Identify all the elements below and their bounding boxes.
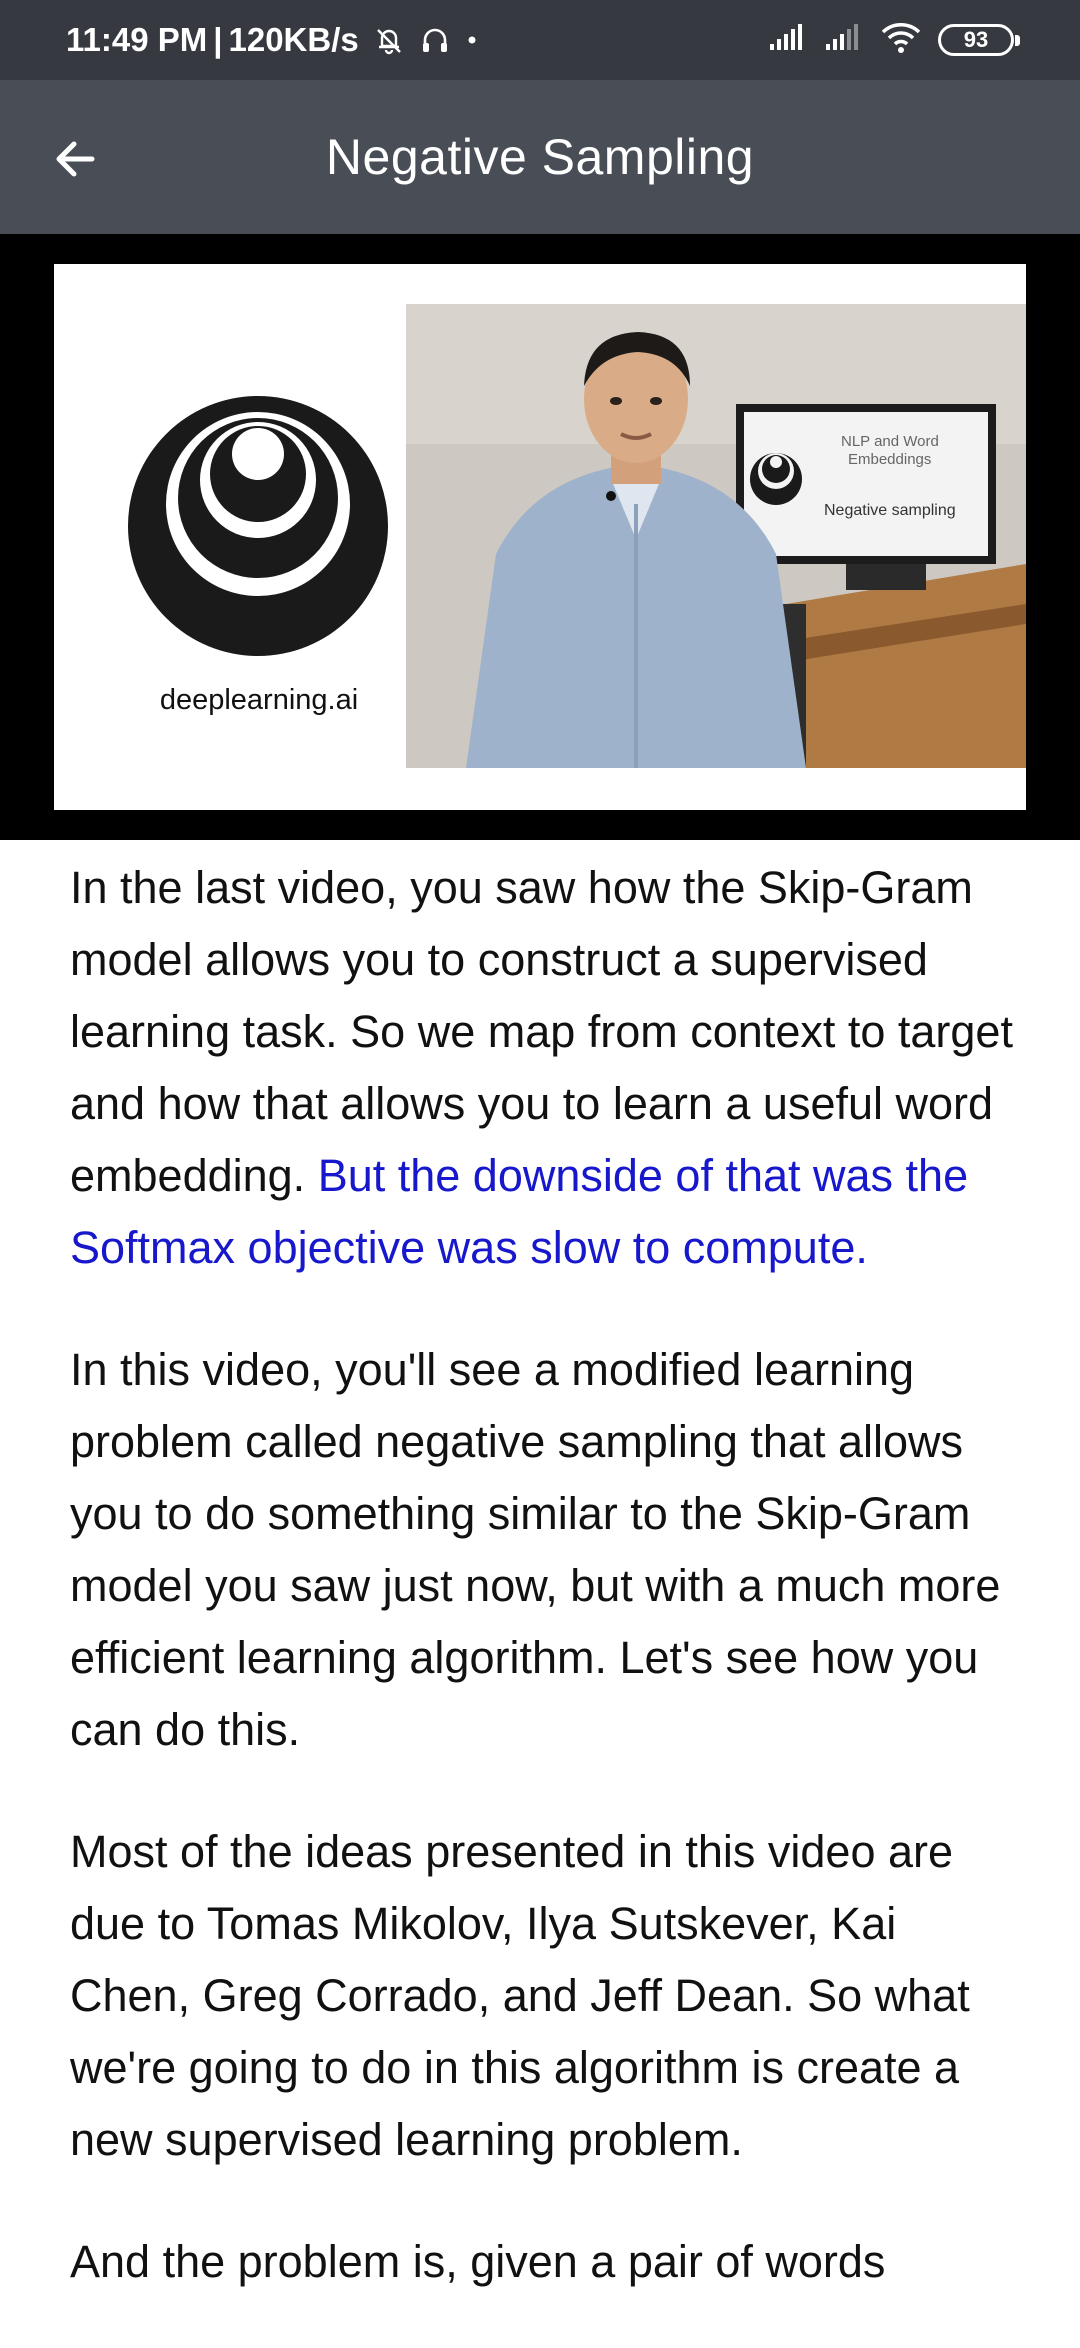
cell-signal-icon [768, 23, 808, 57]
screen-title: NLP and Word [841, 433, 939, 450]
transcript: In the last video, you saw how the Skip-… [70, 852, 1020, 2348]
screen-subtitle: Embeddings [848, 451, 931, 468]
presenter-video: NLP and Word Embeddings Negative samplin… [406, 304, 1026, 768]
status-left: 11:49 PM | 120KB/s [66, 21, 479, 59]
screen-topic: Negative sampling [824, 502, 956, 519]
status-bar: 11:49 PM | 120KB/s 93 [0, 0, 1080, 80]
deeplearning-logo [128, 396, 388, 656]
video-player[interactable]: deeplearning.ai NLP and Word Embeddings … [0, 234, 1080, 840]
transcript-paragraph-1: In the last video, you saw how the Skip-… [70, 852, 1020, 1284]
transcript-paragraph-2: In this video, you'll see a modified lea… [70, 1344, 1001, 1755]
transcript-paragraph-4: And the problem is, given a pair of word… [70, 2236, 886, 2287]
video-frame[interactable]: deeplearning.ai NLP and Word Embeddings … [54, 264, 1026, 810]
status-right: 93 [768, 22, 1020, 59]
wifi-icon [880, 22, 922, 59]
app-bar: Negative Sampling [0, 80, 1080, 234]
status-speed: 120KB/s [228, 21, 359, 58]
status-time: 11:49 PM [66, 21, 208, 58]
battery-level: 93 [963, 27, 989, 52]
status-separator: | [213, 21, 223, 58]
logo-text: deeplearning.ai [159, 684, 359, 716]
bell-muted-icon [373, 24, 405, 56]
headphones-icon [419, 24, 451, 56]
transcript-paragraph-3: Most of the ideas presented in this vide… [70, 1826, 970, 2165]
battery-icon: 93 [938, 24, 1020, 56]
page-title: Negative Sampling [325, 129, 755, 185]
cell-signal-2-icon [824, 23, 864, 57]
dot-icon [465, 33, 479, 47]
